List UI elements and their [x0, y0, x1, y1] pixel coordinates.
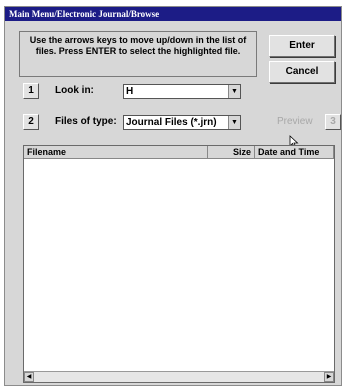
scroll-right-icon[interactable]: ▶	[324, 372, 334, 382]
dropdown-arrow-icon[interactable]: ▼	[228, 116, 240, 129]
title-bar: Main Menu/Electronic Journal/Browse	[5, 7, 341, 21]
look-in-number-button[interactable]: 1	[23, 83, 39, 99]
preview-number-button[interactable]: 3	[325, 114, 341, 130]
column-header-size[interactable]: Size	[208, 146, 255, 159]
look-in-label: Look in:	[55, 85, 94, 96]
horizontal-scrollbar[interactable]: ◀ ▶	[24, 371, 334, 382]
files-of-type-label: Files of type:	[55, 116, 117, 127]
column-header-date-time[interactable]: Date and Time	[255, 146, 334, 159]
enter-button[interactable]: Enter	[269, 35, 335, 57]
look-in-value: H	[126, 86, 134, 97]
file-list[interactable]: Filename Size Date and Time ◀ ▶	[23, 145, 335, 383]
look-in-dropdown[interactable]: H ▼	[123, 84, 241, 99]
scroll-left-icon[interactable]: ◀	[24, 372, 34, 382]
cancel-button[interactable]: Cancel	[269, 61, 335, 83]
dropdown-arrow-icon[interactable]: ▼	[228, 85, 240, 98]
files-of-type-dropdown[interactable]: Journal Files (*.jrn) ▼	[123, 115, 241, 130]
browse-dialog: Main Menu/Electronic Journal/Browse Use …	[4, 6, 342, 386]
files-of-type-number-button[interactable]: 2	[23, 114, 39, 130]
preview-label: Preview	[277, 116, 313, 127]
files-of-type-value: Journal Files (*.jrn)	[126, 117, 217, 128]
column-header-filename[interactable]: Filename	[24, 146, 208, 159]
instructions-text: Use the arrows keys to move up/down in t…	[19, 31, 257, 77]
